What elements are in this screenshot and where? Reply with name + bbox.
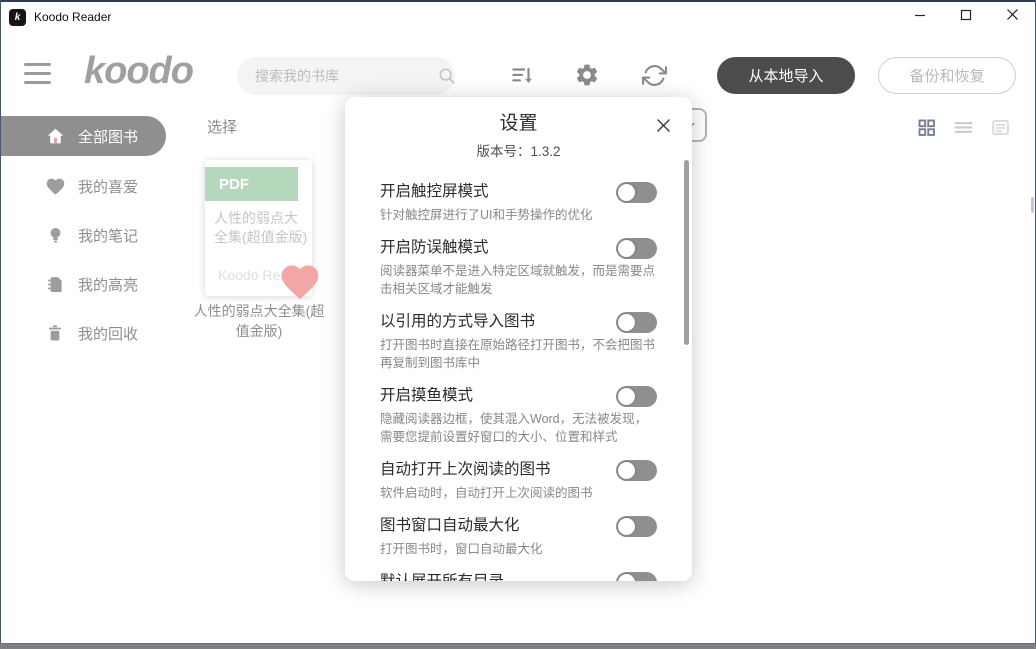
lightbulb-icon (44, 224, 66, 246)
list-view-button[interactable] (952, 116, 974, 138)
setting-desc: 打开图书时直接在原始路径打开图书，不会把图书再复制到图书库中 (380, 336, 657, 372)
sync-icon (642, 63, 667, 88)
toggle-knob (618, 518, 635, 535)
setting-label: 开启防误触模式 (380, 237, 489, 259)
card-view-button[interactable] (989, 116, 1011, 138)
setting-desc: 隐藏阅读器边框，使其混入Word，无法被发现，需要您提前设置好窗口的大小、位置和… (380, 410, 657, 446)
setting-desc: 软件启动时，自动打开上次阅读的图书 (380, 484, 657, 502)
sidebar-item-label: 我的笔记 (78, 225, 138, 246)
toggle-knob (618, 184, 635, 201)
maximize-icon (960, 8, 972, 26)
grid-view-button[interactable] (915, 116, 937, 138)
app-window: k Koodo Reader koodo (0, 0, 1036, 649)
setting-row-mistouch: 开启防误触模式 阅读器菜单不是进入特定区域就触发，而是需要点击相关区域才能触发 (380, 237, 657, 298)
setting-desc: 阅读器菜单不是进入特定区域就触发，而是需要点击相关区域才能触发 (380, 262, 657, 298)
window-frame-top (0, 0, 1036, 2)
toggle-touch-mode[interactable] (616, 182, 657, 203)
toggle-slacking-mode[interactable] (616, 386, 657, 407)
favorite-heart-icon[interactable] (278, 260, 322, 304)
setting-label: 开启触控屏模式 (380, 181, 489, 203)
sort-button[interactable] (508, 62, 536, 90)
toggle-knob (618, 388, 635, 405)
trash-icon (44, 322, 66, 344)
settings-title: 设置 (380, 111, 657, 137)
sidebar-item-label: 我的喜爱 (78, 176, 138, 197)
toggle-import-reference[interactable] (616, 312, 657, 333)
main-scrollbar[interactable] (1031, 197, 1034, 213)
notebook-icon (44, 273, 66, 295)
maximize-button[interactable] (943, 2, 989, 32)
list-view-icon (953, 117, 974, 138)
grid-view-icon (916, 117, 937, 138)
setting-row-expand-toc: 默认展开所有目录 自动展开图书的多级目录 (380, 571, 657, 581)
sort-icon (509, 63, 535, 89)
sidebar-item-label: 我的回收 (78, 323, 138, 344)
heart-icon (44, 175, 66, 197)
card-view-icon (990, 117, 1011, 138)
toggle-open-last-book[interactable] (616, 460, 657, 481)
toggle-knob (618, 462, 635, 479)
search-box[interactable] (237, 57, 455, 95)
sync-button[interactable] (640, 61, 668, 89)
minimize-icon (914, 8, 926, 26)
app-logo-icon: k (9, 9, 26, 26)
modal-scrollbar[interactable] (684, 160, 689, 345)
window-frame-bottom[interactable] (0, 643, 1036, 649)
book-cover-title: 人性的弱点大全集(超值金版) (214, 209, 308, 248)
modal-close-button[interactable] (652, 114, 674, 136)
sidebar-item-label: 全部图书 (78, 126, 138, 147)
search-icon (436, 65, 458, 87)
sidebar-item-all-books[interactable]: 全部图书 (0, 116, 166, 156)
setting-desc: 针对触控屏进行了UI和手势操作的优化 (380, 206, 657, 224)
setting-label: 自动打开上次阅读的图书 (380, 459, 551, 481)
format-badge: PDF (205, 167, 298, 201)
setting-row-open-last-book: 自动打开上次阅读的图书 软件启动时，自动打开上次阅读的图书 (380, 459, 657, 502)
sidebar-item-label: 我的高亮 (78, 274, 138, 295)
toggle-mistouch[interactable] (616, 238, 657, 259)
minimize-button[interactable] (897, 2, 943, 32)
import-local-button[interactable]: 从本地导入 (717, 57, 855, 94)
settings-button[interactable] (573, 61, 601, 89)
select-mode-label[interactable]: 选择 (207, 116, 237, 137)
gear-icon (574, 62, 600, 88)
toggle-knob (618, 314, 635, 331)
menu-hamburger-icon[interactable] (24, 63, 51, 84)
settings-list: 开启触控屏模式 针对触控屏进行了UI和手势操作的优化 开启防误触模式 阅读器菜单… (380, 181, 657, 581)
settings-modal: 设置 版本号：1.3.2 开启触控屏模式 针对触控屏进行了UI和手势操作的优化 … (345, 97, 692, 581)
koodo-logo: koodo (84, 50, 193, 93)
setting-label: 默认展开所有目录 (380, 571, 504, 581)
setting-row-import-reference: 以引用的方式导入图书 打开图书时直接在原始路径打开图书，不会把图书再复制到图书库… (380, 311, 657, 372)
window-controls (897, 2, 1035, 32)
window-frame-left (0, 0, 1, 649)
setting-row-touch-mode: 开启触控屏模式 针对触控屏进行了UI和手势操作的优化 (380, 181, 657, 224)
setting-label: 开启摸鱼模式 (380, 385, 473, 407)
toggle-expand-toc[interactable] (616, 572, 657, 582)
close-icon (654, 116, 673, 135)
close-button[interactable] (989, 2, 1035, 32)
toggle-knob (618, 574, 635, 582)
settings-version: 版本号：1.3.2 (380, 140, 657, 160)
titlebar[interactable]: k Koodo Reader (1, 2, 1035, 32)
toggle-knob (618, 240, 635, 257)
setting-label: 以引用的方式导入图书 (380, 311, 535, 333)
home-icon (44, 125, 66, 147)
search-input[interactable] (237, 68, 436, 84)
setting-row-slacking-mode: 开启摸鱼模式 隐藏阅读器边框，使其混入Word，无法被发现，需要您提前设置好窗口… (380, 385, 657, 446)
book-title-caption: 人性的弱点大全集(超值金版) (193, 301, 325, 342)
window-title: Koodo Reader (34, 10, 111, 24)
toggle-auto-maximize[interactable] (616, 516, 657, 537)
setting-label: 图书窗口自动最大化 (380, 515, 520, 537)
backup-restore-button[interactable]: 备份和恢复 (878, 57, 1016, 94)
close-icon (1006, 8, 1019, 26)
book-card[interactable]: PDF 人性的弱点大全集(超值金版) Koodo Read (205, 160, 312, 296)
setting-row-auto-maximize: 图书窗口自动最大化 打开图书时，窗口自动最大化 (380, 515, 657, 558)
setting-desc: 打开图书时，窗口自动最大化 (380, 540, 657, 558)
